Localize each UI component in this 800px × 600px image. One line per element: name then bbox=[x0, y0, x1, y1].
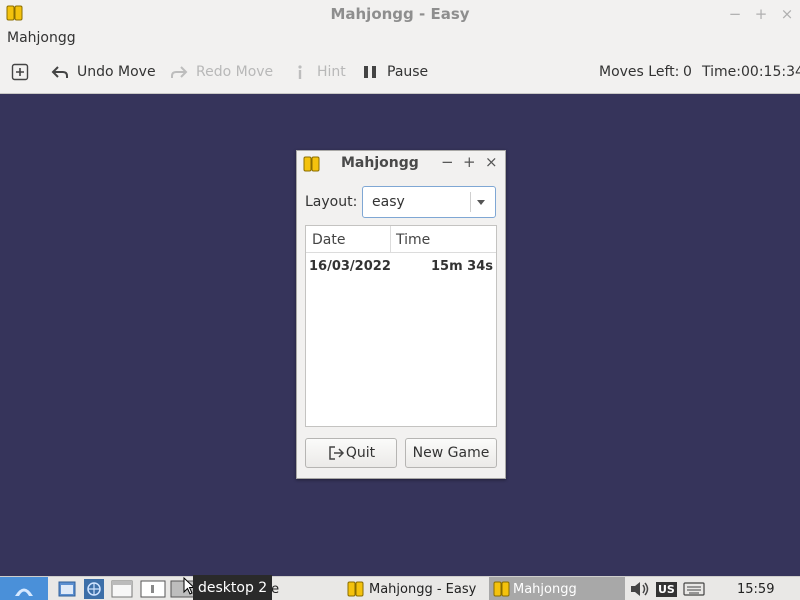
mahjongg-app-icon bbox=[303, 156, 320, 172]
keyboard-layout-label: US bbox=[656, 581, 677, 597]
layout-label: Layout: bbox=[305, 194, 358, 210]
mahjongg-app-icon bbox=[347, 581, 364, 597]
volume-control[interactable] bbox=[629, 577, 653, 600]
combo-separator bbox=[470, 192, 471, 212]
taskbar: te Mahjongg - Easy Mahjongg US 15:59 bbox=[0, 576, 800, 600]
dialog-titlebar: Mahjongg − + × bbox=[297, 151, 505, 177]
keyboard-icon bbox=[683, 582, 705, 596]
task-mahjongg-easy[interactable]: Mahjongg - Easy bbox=[346, 577, 486, 600]
maximize-button[interactable]: + bbox=[748, 5, 774, 23]
time-label: Time: bbox=[702, 64, 741, 80]
network-launcher[interactable] bbox=[83, 577, 107, 600]
file-manager-launcher[interactable] bbox=[57, 577, 79, 600]
window-title: Mahjongg - Easy bbox=[330, 4, 470, 23]
hint-label: Hint bbox=[317, 64, 346, 80]
speaker-icon bbox=[631, 582, 649, 596]
moves-left-label: Moves Left: bbox=[599, 64, 680, 80]
exit-icon bbox=[329, 446, 344, 460]
quit-label: Quit bbox=[345, 445, 376, 461]
column-divider bbox=[390, 226, 391, 253]
column-header-date[interactable]: Date bbox=[312, 232, 345, 248]
undo-arrow-icon bbox=[51, 66, 68, 78]
pause-label: Pause bbox=[387, 64, 429, 80]
start-menu-button[interactable] bbox=[0, 577, 48, 600]
new-game-button[interactable]: New Game bbox=[405, 438, 497, 468]
clock[interactable]: 15:59 bbox=[737, 577, 774, 600]
redo-move-button[interactable]: Redo Move bbox=[170, 63, 273, 81]
network-icon bbox=[84, 579, 104, 599]
hint-button[interactable]: Hint bbox=[291, 63, 346, 81]
layout-select-value: easy bbox=[372, 194, 405, 210]
start-menu-icon bbox=[15, 588, 33, 596]
mahjongg-app-icon bbox=[493, 581, 510, 597]
mahjongg-app-icon bbox=[6, 5, 23, 21]
show-desktop-launcher[interactable] bbox=[111, 577, 135, 600]
file-manager-icon bbox=[58, 581, 76, 597]
app-menu[interactable]: Mahjongg bbox=[7, 30, 76, 46]
scores-dialog: Mahjongg − + × Layout: easy Date Time 16… bbox=[296, 150, 506, 479]
new-game-label: New Game bbox=[412, 445, 490, 461]
undo-move-button[interactable]: Undo Move bbox=[51, 63, 156, 81]
dialog-title: Mahjongg bbox=[341, 155, 419, 171]
redo-move-label: Redo Move bbox=[196, 64, 274, 80]
table-row[interactable]: 16/03/2022 15m 34s bbox=[306, 256, 496, 278]
time-value: 00:15:34 bbox=[741, 64, 800, 80]
scores-table-header: Date Time bbox=[306, 226, 496, 253]
workspace-1-button[interactable] bbox=[140, 577, 168, 600]
pause-icon bbox=[364, 66, 376, 78]
dialog-maximize-button[interactable]: + bbox=[463, 153, 476, 171]
window-titlebar: Mahjongg - Easy − + × bbox=[0, 0, 800, 27]
new-game-toolbar-button[interactable] bbox=[11, 63, 29, 81]
clock-label: 15:59 bbox=[737, 581, 775, 597]
task-label: Mahjongg bbox=[513, 581, 577, 597]
minimize-button[interactable]: − bbox=[722, 5, 748, 23]
task-mahjongg-dialog[interactable]: Mahjongg bbox=[489, 577, 625, 600]
tooltip-text: desktop 2 bbox=[198, 579, 268, 596]
quit-button[interactable]: Quit bbox=[305, 438, 397, 468]
row-date: 16/03/2022 bbox=[309, 259, 391, 274]
dialog-close-button[interactable]: × bbox=[485, 153, 498, 171]
plus-square-icon bbox=[11, 63, 29, 81]
layout-select[interactable]: easy bbox=[362, 186, 496, 218]
keyboard-settings[interactable] bbox=[683, 577, 707, 600]
dialog-minimize-button[interactable]: − bbox=[441, 153, 454, 171]
toolbar: Undo Move Redo Move Hint Pause Moves Lef… bbox=[0, 51, 800, 94]
info-icon bbox=[298, 65, 302, 79]
keyboard-layout-indicator[interactable]: US bbox=[656, 577, 677, 600]
workspace-tooltip: desktop 2 bbox=[193, 575, 273, 600]
redo-arrow-icon bbox=[171, 66, 188, 78]
close-button[interactable]: × bbox=[774, 5, 800, 23]
task-label: Mahjongg - Easy bbox=[369, 581, 477, 597]
scores-table: Date Time 16/03/2022 15m 34s bbox=[305, 225, 497, 427]
row-time: 15m 34s bbox=[431, 259, 493, 274]
chevron-down-icon bbox=[477, 200, 485, 205]
window-icon bbox=[111, 580, 133, 598]
undo-move-label: Undo Move bbox=[77, 64, 156, 80]
menubar: Mahjongg bbox=[0, 27, 800, 51]
workspace-icon bbox=[140, 580, 166, 598]
column-header-time[interactable]: Time bbox=[396, 232, 430, 248]
moves-left-value: 0 bbox=[683, 64, 692, 80]
pause-button[interactable]: Pause bbox=[361, 63, 428, 81]
